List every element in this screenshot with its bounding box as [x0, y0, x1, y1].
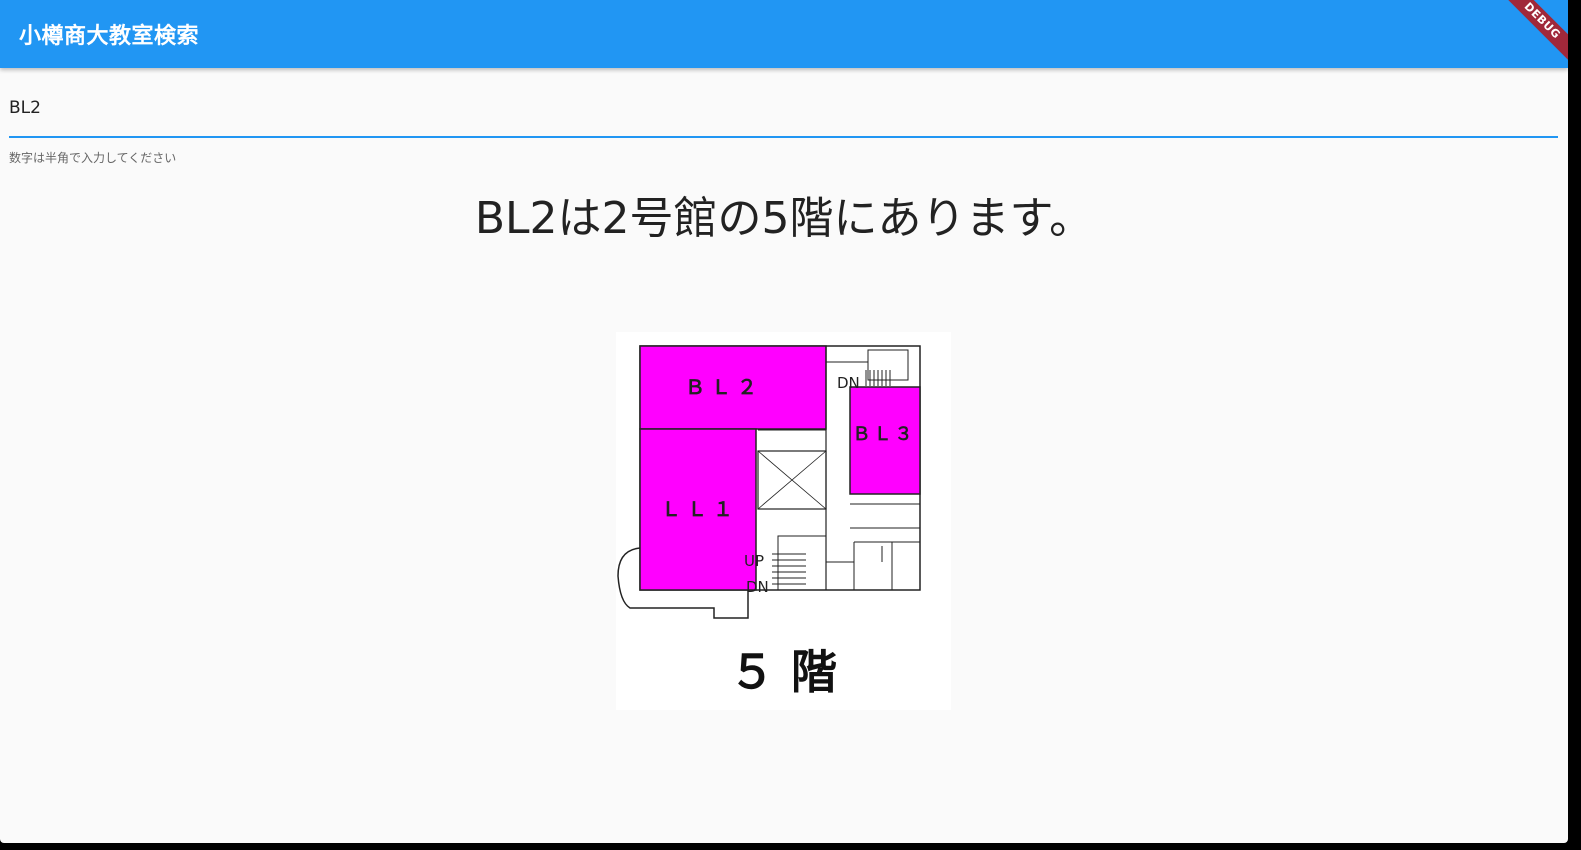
floor-map-drawing: ＢＬ２ ＬＬ１ ＢＬ３ DN UP DN ５ 階 [616, 332, 951, 710]
room-label-ll1: ＬＬ１ [661, 497, 739, 521]
app-window: 小樽商大教室検索 DEBUG 数字は半角で入力してください BL2は2号館の5階… [0, 0, 1568, 843]
app-bar: 小樽商大教室検索 [0, 0, 1568, 68]
app-title: 小樽商大教室検索 [19, 24, 200, 49]
stair-label-dn-bottom: DN [746, 578, 769, 596]
stair-label-dn-top: DN [837, 374, 860, 392]
floor-label: ５ 階 [729, 645, 837, 699]
room-label-bl2: ＢＬ２ [685, 375, 763, 399]
classroom-search-input[interactable] [9, 88, 1558, 138]
floor-map-image: ＢＬ２ ＬＬ１ ＢＬ３ DN UP DN ５ 階 [616, 332, 951, 710]
result-text: BL2は2号館の5階にあります。 [474, 193, 1094, 244]
debug-banner: DEBUG [1488, 0, 1568, 80]
stair-label-up: UP [744, 552, 764, 570]
room-label-bl3: ＢＬ３ [853, 424, 916, 445]
search-helper-text: 数字は半角で入力してください [9, 151, 177, 165]
debug-banner-label: DEBUG [1493, 0, 1568, 70]
